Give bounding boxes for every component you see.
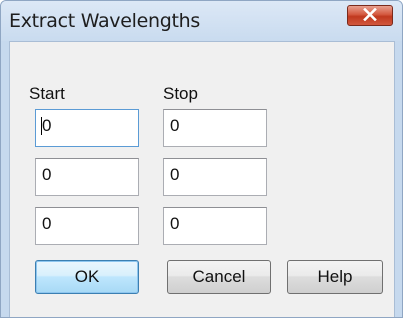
stop-field-3-value: 0 [170,214,180,233]
start-field-1-value: 0 [42,116,52,135]
stop-field-2[interactable]: 0 [163,158,267,196]
title-bar[interactable]: Extract Wavelengths [1,1,402,41]
text-caret [41,117,42,135]
stop-column-label: Stop [163,84,198,103]
ok-button[interactable]: OK [35,260,139,294]
start-field-2-value: 0 [42,165,52,184]
start-column-label: Start [29,84,65,103]
help-button-label: Help [317,267,353,286]
start-field-1[interactable]: 0 [35,109,139,147]
start-field-3[interactable]: 0 [35,207,139,245]
stop-field-2-value: 0 [170,165,180,184]
stop-field-1[interactable]: 0 [163,109,267,147]
close-button[interactable] [347,5,393,26]
cancel-button-label: Cancel [192,267,246,286]
window-title: Extract Wavelengths [9,10,200,32]
stop-field-3[interactable]: 0 [163,207,267,245]
help-button[interactable]: Help [287,260,383,294]
dialog-body: Start Stop 0 0 0 0 0 0 OK Cancel Help [9,41,395,317]
ok-button-label: OK [74,267,100,286]
cancel-button[interactable]: Cancel [167,260,271,294]
close-icon [363,6,377,25]
stop-field-1-value: 0 [170,116,180,135]
start-field-3-value: 0 [42,214,52,233]
start-field-2[interactable]: 0 [35,158,139,196]
dialog-window: Extract Wavelengths Start Stop 0 0 0 0 0… [0,0,403,318]
